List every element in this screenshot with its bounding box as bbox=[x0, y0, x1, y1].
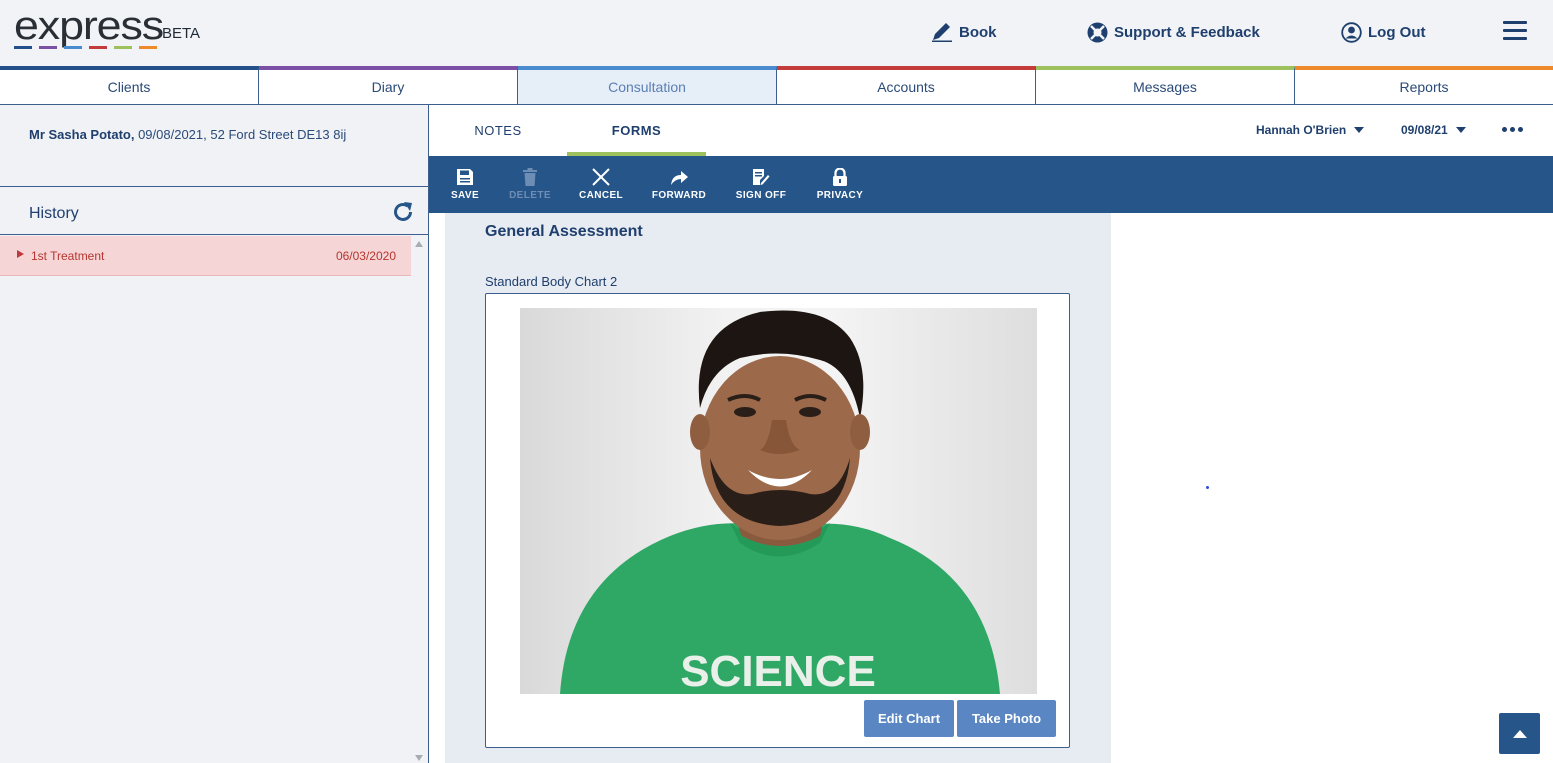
cancel-label: CANCEL bbox=[578, 190, 624, 201]
chevron-down-icon bbox=[1455, 127, 1466, 133]
tab-reports[interactable]: Reports bbox=[1295, 66, 1553, 104]
tab-notes[interactable]: NOTES bbox=[449, 105, 547, 156]
sign-off-button[interactable]: SIGN OFF bbox=[732, 156, 790, 213]
tab-accounts[interactable]: Accounts bbox=[777, 66, 1036, 104]
sign-off-label: SIGN OFF bbox=[735, 190, 787, 201]
client-name: Mr Sasha Potato, bbox=[29, 127, 135, 142]
refresh-icon[interactable] bbox=[391, 200, 415, 224]
forward-button[interactable]: FORWARD bbox=[650, 156, 708, 213]
sign-document-icon bbox=[753, 169, 770, 185]
chevron-down-icon bbox=[1354, 127, 1365, 133]
history-item-label: 1st Treatment bbox=[31, 249, 105, 263]
tab-clients[interactable]: Clients bbox=[0, 66, 259, 104]
cancel-button[interactable]: CANCEL bbox=[575, 156, 627, 213]
cursor-dot bbox=[1206, 486, 1209, 489]
scroll-up-arrow-icon[interactable] bbox=[415, 241, 423, 247]
book-button[interactable]: Book bbox=[931, 22, 997, 42]
lifebuoy-icon bbox=[1087, 22, 1108, 43]
form-title: General Assessment bbox=[485, 223, 643, 240]
client-sidebar: Mr Sasha Potato, 09/08/2021, 52 Ford Str… bbox=[0, 105, 429, 763]
history-item-date: 06/03/2020 bbox=[335, 249, 396, 263]
consultation-subnav: NOTES FORMS Hannah O'Brien 09/08/21 bbox=[429, 105, 1553, 156]
delete-button[interactable]: DELETE bbox=[506, 156, 554, 213]
pencil-icon bbox=[932, 23, 952, 42]
form-toolbar: SAVE DELETE CANCEL FORWARD SIGN OFF PRIV… bbox=[429, 156, 1553, 213]
privacy-label: PRIVACY bbox=[816, 190, 864, 201]
support-feedback-button[interactable]: Support & Feedback bbox=[1087, 22, 1260, 43]
floppy-disk-icon bbox=[457, 169, 473, 185]
expand-triangle-icon[interactable] bbox=[17, 250, 24, 258]
forward-label: FORWARD bbox=[651, 190, 707, 201]
client-photo: SCIENCE bbox=[520, 308, 1037, 694]
history-item[interactable]: 1st Treatment 06/03/2020 bbox=[0, 236, 411, 276]
date-dropdown[interactable]: 09/08/21 bbox=[1401, 123, 1466, 137]
person-photo-illustration: SCIENCE bbox=[560, 310, 1000, 694]
log-out-label: Log Out bbox=[1368, 24, 1426, 41]
client-summary: Mr Sasha Potato, 09/08/2021, 52 Ford Str… bbox=[29, 127, 346, 142]
save-button[interactable]: SAVE bbox=[445, 156, 485, 213]
book-label: Book bbox=[959, 23, 997, 41]
logo-stripes bbox=[14, 46, 157, 49]
tab-consultation[interactable]: Consultation bbox=[518, 66, 777, 104]
take-photo-button[interactable]: Take Photo bbox=[957, 700, 1056, 737]
history-scrollbar[interactable] bbox=[411, 236, 428, 763]
consultation-date: 09/08/21 bbox=[1401, 123, 1448, 137]
save-label: SAVE bbox=[450, 190, 480, 201]
form-content: General Assessment Standard Body Chart 2 bbox=[445, 213, 1111, 763]
edit-chart-button[interactable]: Edit Chart bbox=[864, 700, 954, 737]
practitioner-name: Hannah O'Brien bbox=[1256, 123, 1347, 137]
scroll-to-top-button[interactable] bbox=[1499, 713, 1540, 754]
tab-diary[interactable]: Diary bbox=[259, 66, 518, 104]
body-chart-label: Standard Body Chart 2 bbox=[485, 274, 618, 289]
main-tabs: Clients Diary Consultation Accounts Mess… bbox=[0, 66, 1553, 105]
scroll-down-arrow-icon[interactable] bbox=[415, 755, 423, 761]
history-header: History bbox=[0, 186, 428, 235]
delete-label: DELETE bbox=[509, 190, 551, 201]
app-header: express BETA Book Support & Feedback Log… bbox=[0, 0, 1553, 66]
shirt-text: SCIENCE bbox=[680, 647, 876, 694]
user-circle-icon bbox=[1341, 22, 1362, 43]
practitioner-dropdown[interactable]: Hannah O'Brien bbox=[1256, 123, 1365, 137]
tab-forms[interactable]: FORMS bbox=[567, 105, 706, 156]
hamburger-menu-icon[interactable] bbox=[1503, 21, 1527, 41]
support-label: Support & Feedback bbox=[1114, 24, 1260, 41]
express-logo[interactable]: express BETA bbox=[14, 6, 200, 49]
trash-icon bbox=[523, 168, 537, 186]
body-chart-panel: SCIENCE Edit Chart Take Photo bbox=[485, 293, 1070, 748]
forward-arrow-icon bbox=[671, 171, 688, 185]
logo-wordmark: express bbox=[14, 4, 164, 48]
history-title: History bbox=[29, 205, 79, 222]
log-out-button[interactable]: Log Out bbox=[1341, 22, 1425, 43]
tab-messages[interactable]: Messages bbox=[1036, 66, 1295, 104]
arrow-up-icon bbox=[1512, 729, 1527, 738]
close-icon bbox=[592, 168, 610, 186]
client-details: 09/08/2021, 52 Ford Street DE13 8ij bbox=[134, 127, 347, 142]
beta-label: BETA bbox=[162, 25, 201, 42]
lock-icon bbox=[833, 168, 847, 186]
more-options-icon[interactable] bbox=[1502, 127, 1523, 132]
privacy-button[interactable]: PRIVACY bbox=[813, 156, 867, 213]
